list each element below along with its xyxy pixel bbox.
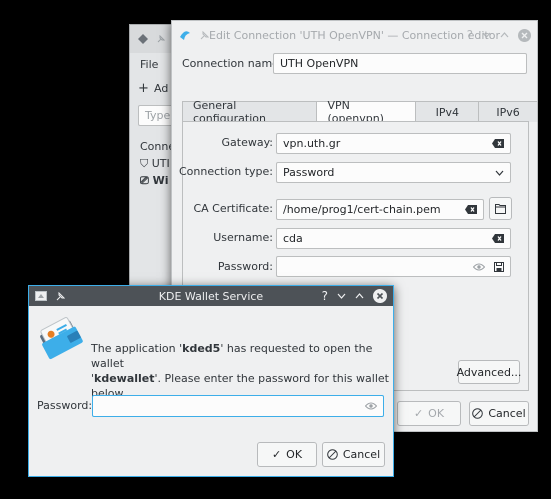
wallet-name: kdewallet: [94, 372, 155, 385]
help-icon[interactable]: ?: [322, 289, 328, 303]
ca-certificate-label: CA Certificate:: [193, 202, 273, 215]
show-password-icon[interactable]: [473, 263, 485, 271]
connection-name-field[interactable]: UTH OpenVPN: [273, 53, 527, 74]
vpn-shield-icon: ⛉: [140, 157, 149, 170]
wallet-cancel-button[interactable]: Cancel: [322, 442, 385, 467]
username-label: Username:: [213, 231, 273, 244]
tab-ipv6[interactable]: IPv6: [478, 101, 538, 122]
kde-wallet-dialog: KDE Wallet Service ? The application 'kd…: [28, 285, 394, 477]
app-name: kded5: [182, 342, 221, 355]
browse-file-button[interactable]: [489, 197, 512, 220]
connection-type-label: Connection type:: [178, 165, 273, 178]
connection-type-select[interactable]: Password: [276, 162, 511, 183]
gateway-label: Gateway:: [221, 136, 274, 149]
pin-icon[interactable]: [200, 30, 209, 40]
add-connection-label[interactable]: Ad: [154, 82, 168, 95]
connection-type-value: Password: [283, 166, 335, 179]
maximize-icon[interactable]: [355, 293, 364, 299]
wallet-icon: [37, 316, 85, 360]
cancel-label: Cancel: [342, 448, 381, 461]
password-label: Password:: [217, 260, 273, 273]
add-icon[interactable]: +: [138, 81, 149, 96]
advanced-button[interactable]: Advanced...: [457, 360, 521, 384]
list-item-label: UTI: [151, 157, 170, 170]
checkmark-icon: ✓: [271, 448, 282, 461]
editor-cancel-button[interactable]: Cancel: [469, 401, 529, 426]
cancel-label: Cancel: [488, 407, 526, 420]
help-icon[interactable]: ?: [467, 28, 473, 42]
tab-bar: General configuration VPN (openvpn) IPv4…: [182, 99, 538, 125]
connection-name-label: Connection name:: [182, 57, 283, 70]
wired-icon: ⎚: [140, 174, 149, 187]
tab-vpn-openvpn[interactable]: VPN (openvpn): [316, 99, 417, 125]
connection-name-value: UTH OpenVPN: [280, 57, 359, 70]
gateway-value: vpn.uth.gr: [283, 137, 341, 150]
editor-titlebar[interactable]: Edit Connection 'UTH OpenVPN' — Connecti…: [172, 21, 537, 49]
close-icon[interactable]: [518, 28, 531, 42]
username-field[interactable]: cda: [276, 228, 511, 249]
password-field[interactable]: [276, 256, 511, 277]
clear-text-icon[interactable]: [492, 139, 504, 148]
message-part: The application ': [91, 342, 183, 355]
tab-general-configuration[interactable]: General configuration: [182, 99, 318, 125]
editor-ok-button[interactable]: ✓ OK: [397, 401, 461, 426]
username-value: cda: [283, 232, 303, 245]
ca-certificate-field[interactable]: /home/prog1/cert-chain.pem: [276, 199, 484, 220]
wallet-password-input[interactable]: [92, 395, 384, 417]
cancel-icon: [472, 408, 484, 419]
tab-ipv4[interactable]: IPv4: [415, 101, 480, 122]
gateway-field[interactable]: vpn.uth.gr: [276, 133, 511, 154]
minimize-icon[interactable]: [337, 293, 346, 299]
menu-file[interactable]: File: [140, 58, 158, 71]
checkmark-icon: ✓: [413, 407, 424, 420]
clear-text-icon[interactable]: [465, 205, 477, 214]
wallet-app-icon: [35, 291, 47, 301]
pin-icon[interactable]: [156, 34, 165, 44]
network-manager-icon: [178, 28, 192, 42]
wallet-titlebar[interactable]: KDE Wallet Service ?: [29, 286, 393, 306]
password-storage-icon[interactable]: [494, 261, 504, 272]
ca-certificate-value: /home/prog1/cert-chain.pem: [283, 203, 441, 216]
wallet-ok-button[interactable]: ✓ OK: [257, 442, 317, 467]
list-item-label: Wi: [152, 174, 169, 187]
connections-column-header: Conne: [140, 140, 176, 153]
wallet-password-label: Password:: [37, 399, 93, 412]
clear-text-icon[interactable]: [492, 234, 504, 243]
cancel-icon: [327, 449, 338, 460]
close-icon[interactable]: [373, 289, 387, 303]
list-item-vpn[interactable]: ⛉ UTI: [140, 157, 170, 171]
network-manager-icon: [136, 32, 150, 46]
maximize-icon[interactable]: [500, 32, 509, 38]
wallet-message: The application 'kded5' has requested to…: [91, 341, 391, 401]
ok-label: OK: [286, 448, 303, 461]
list-item-wired[interactable]: ⎚ Wi: [140, 174, 169, 188]
chevron-down-icon: [495, 170, 504, 176]
open-file-icon: [495, 203, 506, 214]
ok-label: OK: [428, 407, 445, 420]
show-password-icon[interactable]: [365, 402, 377, 410]
minimize-icon[interactable]: [482, 32, 491, 38]
pin-icon[interactable]: [56, 291, 65, 301]
